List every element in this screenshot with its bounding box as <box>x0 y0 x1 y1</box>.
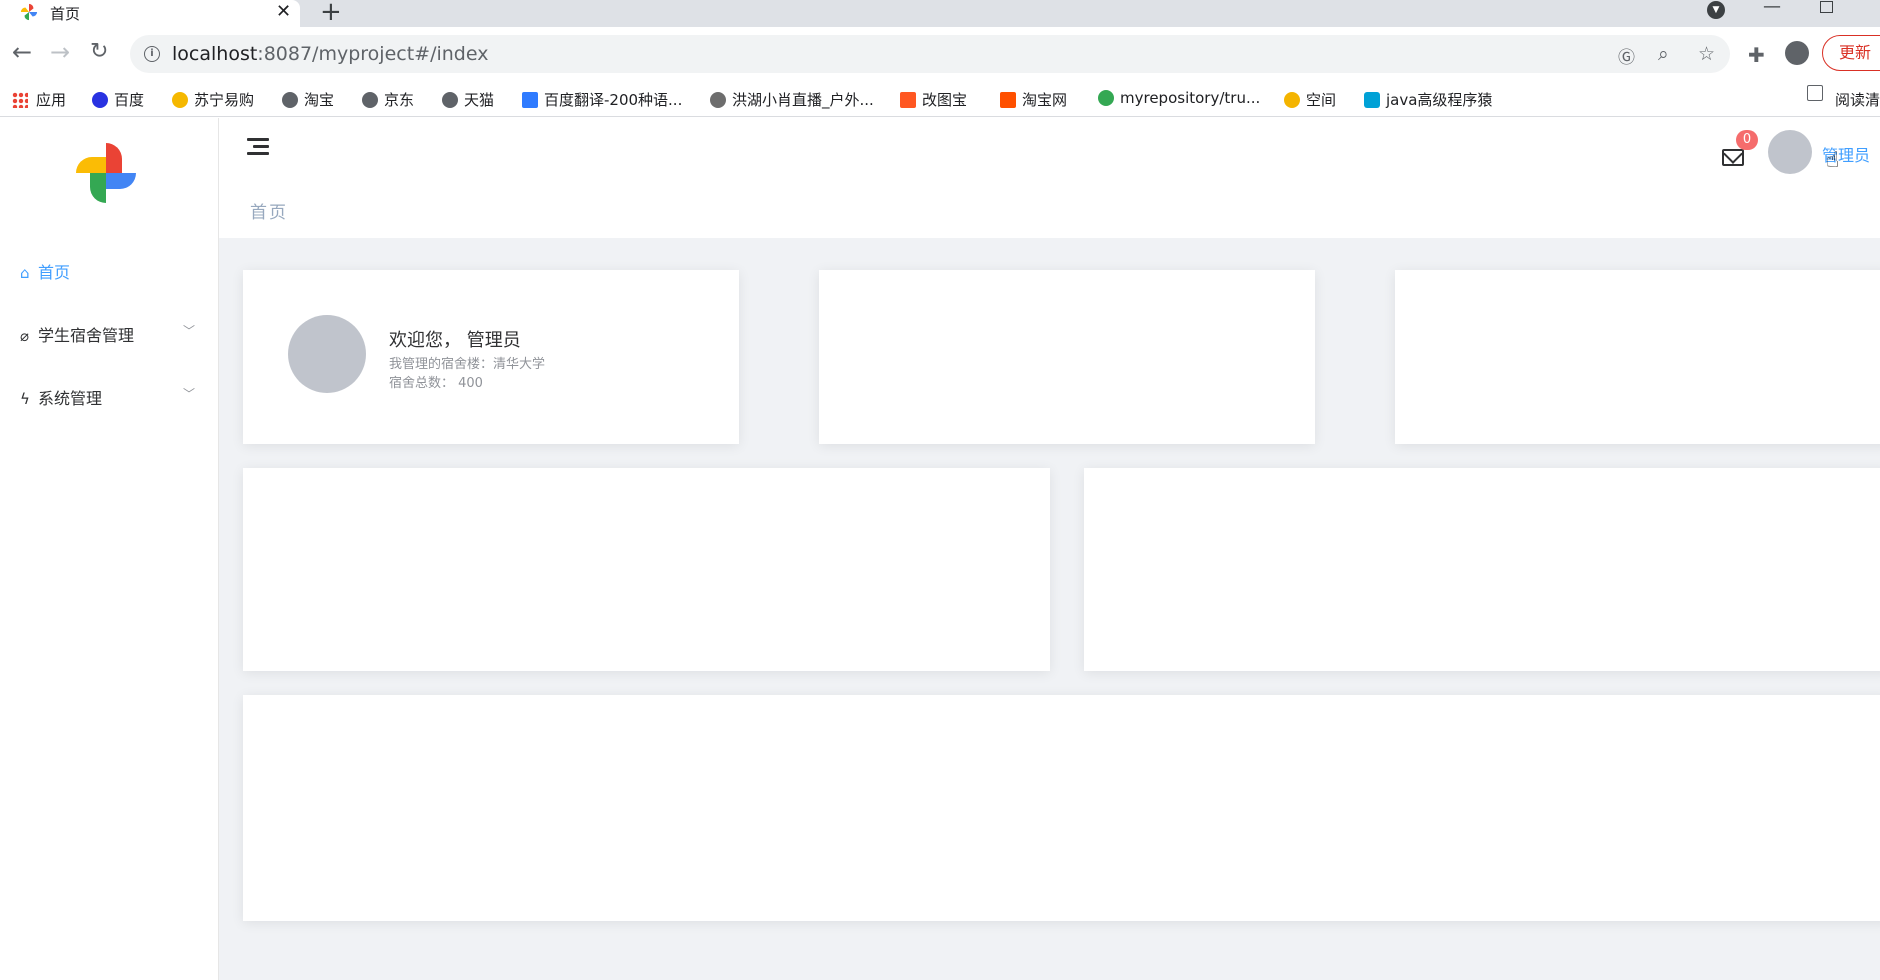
sidebar: ⌂ 首页 ⌀ 学生宿舍管理 ﹀ ϟ 系统管理 ﹀ <box>0 118 219 980</box>
bookmark-tmall[interactable]: 天猫 <box>442 89 494 110</box>
lightning-icon: ϟ <box>20 390 30 408</box>
panel-card <box>243 468 1050 671</box>
site-info-icon[interactable]: i <box>144 46 160 62</box>
bookmark-jd[interactable]: 京东 <box>362 89 414 110</box>
dorm-total: 宿舍总数： 400 <box>389 376 483 391</box>
new-tab-button[interactable]: + <box>320 0 342 27</box>
welcome-title: 欢迎您， 管理员 <box>389 330 521 351</box>
update-button[interactable]: 更新 <box>1822 35 1880 71</box>
mail-count-badge: 0 <box>1736 130 1758 150</box>
browser-tab-strip: 首页 ✕ + ▼ — <box>0 0 1880 27</box>
profile-icon[interactable] <box>1785 41 1809 65</box>
reading-list-icon[interactable] <box>1807 85 1823 101</box>
feather-icon <box>710 92 726 108</box>
chrome-icon <box>1098 90 1114 106</box>
gaitubao-icon <box>900 92 916 108</box>
taobao-icon <box>1000 92 1016 108</box>
browser-toolbar: ← → ↻ i localhost:8087/myproject#/index … <box>0 27 1880 81</box>
main-content: 欢迎您， 管理员 我管理的宿舍楼：清华大学 宿舍总数： 400 <box>219 238 1880 980</box>
sidebar-item-label: 首页 <box>38 263 71 282</box>
suning-icon <box>172 92 188 108</box>
bookmark-baidu[interactable]: 百度 <box>92 89 144 110</box>
bookmark-qzone[interactable]: 空间 <box>1284 89 1336 110</box>
reload-icon[interactable]: ↻ <box>90 37 108 67</box>
globe-icon <box>282 92 298 108</box>
url-text[interactable]: localhost:8087/myproject#/index <box>172 43 488 65</box>
bookmark-bilibili[interactable]: java高级程序猿 <box>1364 89 1492 110</box>
menu-toggle-icon[interactable] <box>247 138 269 156</box>
bookmark-star-icon[interactable]: ☆ <box>1698 43 1715 65</box>
avatar[interactable] <box>1768 130 1812 174</box>
bookmark-baidu-translate[interactable]: 百度翻译-200种语... <box>522 89 682 110</box>
forward-arrow-icon[interactable]: → <box>50 37 70 67</box>
paperclip-icon: ⌀ <box>20 327 30 345</box>
pointer-cursor-icon: ☝ <box>1826 148 1840 173</box>
apps-icon <box>12 92 28 108</box>
extensions-puzzle-icon[interactable]: ✚ <box>1748 43 1765 67</box>
tab-title: 首页 <box>50 5 81 23</box>
address-bar[interactable]: i localhost:8087/myproject#/index Ⓖ ⌕ ☆ <box>130 35 1730 73</box>
sidebar-item-label: 系统管理 <box>38 389 103 408</box>
welcome-card: 欢迎您， 管理员 我管理的宿舍楼：清华大学 宿舍总数： 400 <box>243 270 739 444</box>
breadcrumb: 首页 <box>250 203 288 223</box>
chevron-down-icon[interactable]: ﹀ <box>183 385 195 402</box>
bookmark-taobao-net[interactable]: 淘宝网 <box>1000 89 1067 110</box>
app-header: 首页 0 管理员 ☝ <box>219 118 1880 238</box>
pinwheel-favicon-icon <box>20 3 38 21</box>
bilibili-icon <box>1364 92 1380 108</box>
mail-icon[interactable] <box>1722 149 1744 166</box>
baidu-translate-icon <box>522 92 538 108</box>
stat-card <box>1395 270 1880 444</box>
panel-card <box>243 695 1880 921</box>
zoom-icon[interactable]: ⌕ <box>1658 43 1669 65</box>
sidebar-item-system-management[interactable]: ϟ 系统管理 <box>20 385 102 409</box>
bookmark-gaitubao[interactable]: 改图宝 <box>900 89 967 110</box>
tab-close-icon[interactable]: ✕ <box>276 1 291 22</box>
bookmarks-bar: 应用 百度 苏宁易购 淘宝 京东 天猫 百度翻译-200种语... 洪湖小肖直播… <box>0 81 1880 117</box>
baidu-icon <box>92 92 108 108</box>
home-icon: ⌂ <box>20 264 30 282</box>
back-arrow-icon[interactable]: ← <box>12 37 32 67</box>
window-minimize-icon[interactable]: — <box>1763 0 1781 17</box>
bookmark-apps[interactable]: 应用 <box>12 89 66 110</box>
reading-list-label[interactable]: 阅读清 <box>1835 89 1880 110</box>
panel-card <box>1084 468 1880 671</box>
avatar <box>288 315 366 393</box>
sidebar-item-dorm-management[interactable]: ⌀ 学生宿舍管理 <box>20 322 134 346</box>
bookmark-taobao[interactable]: 淘宝 <box>282 89 334 110</box>
bookmark-live-stream[interactable]: 洪湖小肖直播_户外... <box>710 89 874 110</box>
globe-icon <box>362 92 378 108</box>
globe-icon <box>442 92 458 108</box>
bookmark-suning[interactable]: 苏宁易购 <box>172 89 254 110</box>
qzone-icon <box>1284 92 1300 108</box>
stat-card <box>819 270 1315 444</box>
sidebar-item-label: 学生宿舍管理 <box>38 326 135 345</box>
window-restore-icon[interactable] <box>1820 1 1833 13</box>
chevron-down-icon[interactable]: ﹀ <box>183 322 195 339</box>
pinwheel-logo-icon <box>76 143 136 203</box>
managed-building: 我管理的宿舍楼：清华大学 <box>389 357 546 372</box>
translate-icon[interactable]: Ⓖ <box>1618 43 1635 68</box>
bookmark-myrepository[interactable]: myrepository/tru... <box>1098 89 1260 107</box>
tab-search-icon[interactable]: ▼ <box>1707 1 1725 19</box>
sidebar-item-home[interactable]: ⌂ 首页 <box>20 259 70 283</box>
browser-tab[interactable]: 首页 ✕ <box>0 0 300 27</box>
